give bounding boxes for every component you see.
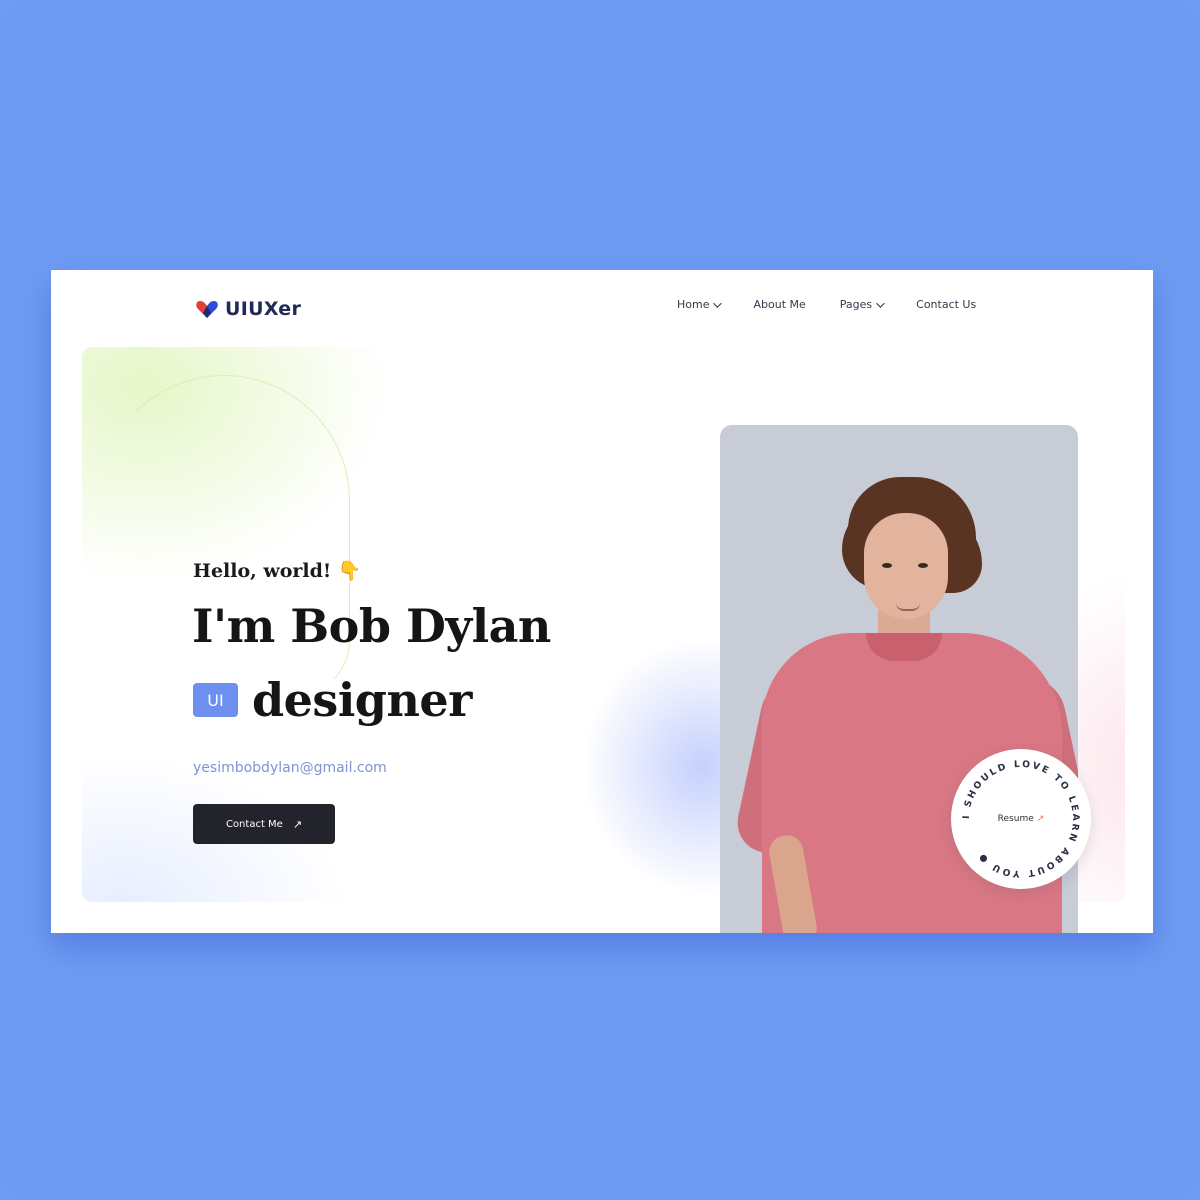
email-link[interactable]: yesimbobdylan@gmail.com <box>193 760 387 776</box>
main-nav: Home About Me Pages Contact Us <box>677 298 1010 311</box>
role-text: designer <box>252 673 472 727</box>
nav-item-label: Home <box>677 298 710 311</box>
arrow-up-right-icon: ↗ <box>1036 814 1045 824</box>
website-card: UIUXer Home About Me Pages Contact Us He… <box>51 270 1153 933</box>
hero-greeting: Hello, world! 👇 <box>193 560 362 582</box>
resume-label: Resume <box>997 814 1034 824</box>
screenshot-frame: UIUXer Home About Me Pages Contact Us He… <box>0 0 1200 1200</box>
role-badge: UI <box>193 683 238 717</box>
nav-item-home[interactable]: Home <box>677 298 723 311</box>
nav-item-label: Contact Us <box>916 298 977 311</box>
nav-item-label: Pages <box>839 298 873 311</box>
brand-name: UIUXer <box>225 298 302 320</box>
nav-item-about[interactable]: About Me <box>753 298 805 311</box>
nav-item-pages[interactable]: Pages <box>839 298 885 311</box>
chevron-down-icon <box>713 298 723 308</box>
arrow-up-right-icon: ↗ <box>292 817 303 831</box>
logo[interactable]: UIUXer <box>195 298 301 320</box>
nav-item-contact[interactable]: Contact Us <box>916 298 976 311</box>
heart-logo-icon <box>195 298 219 320</box>
hero-headline: I'm Bob Dylan <box>192 599 551 653</box>
contact-me-label: Contact Me <box>225 818 283 830</box>
nav-item-label: About Me <box>753 298 806 311</box>
resume-badge[interactable]: I SHOULD LOVE TO LEARN ABOUT YOU ● Resum… <box>951 749 1091 889</box>
contact-me-button[interactable]: Contact Me ↗ <box>193 804 335 844</box>
chevron-down-icon <box>876 298 885 308</box>
hero-role: UI designer <box>193 673 472 727</box>
